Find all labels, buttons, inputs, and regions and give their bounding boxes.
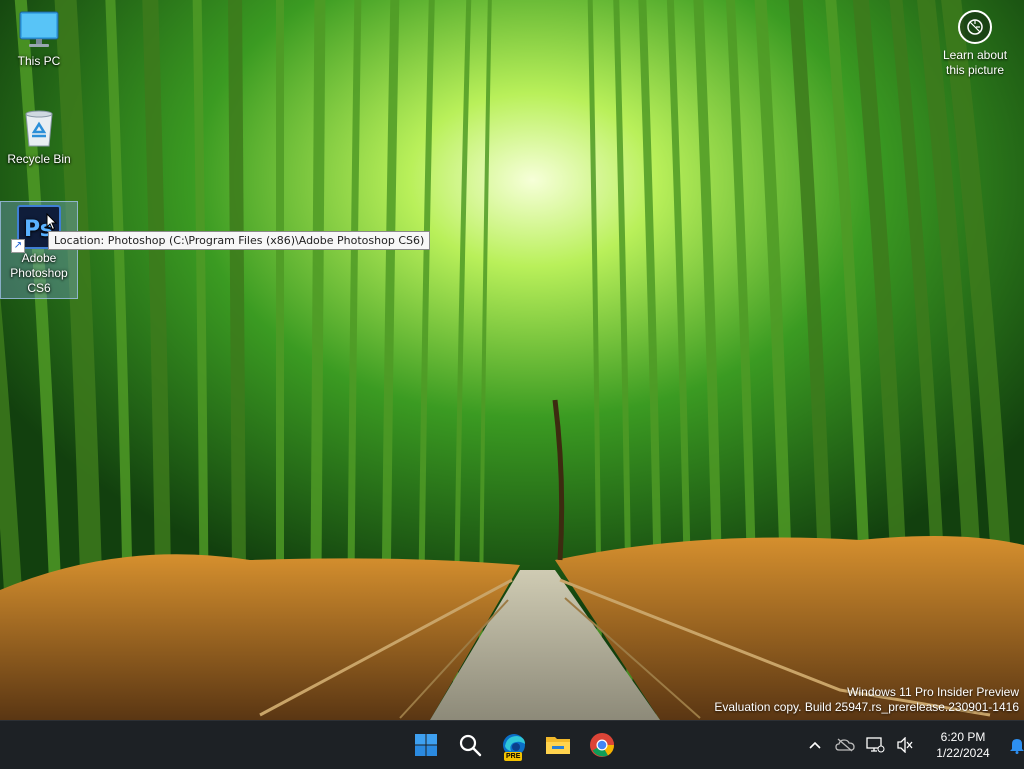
taskbar: PRE 6:20 PM 1/22/2024 — [0, 720, 1024, 769]
desktop-icon-label: This PC — [17, 54, 61, 68]
bell-icon — [1010, 739, 1024, 754]
volume-button[interactable] — [890, 725, 920, 765]
monitor-icon — [17, 8, 61, 52]
camera-icon — [958, 10, 992, 44]
windows-start-icon — [415, 734, 437, 756]
notifications-button[interactable] — [1002, 725, 1024, 765]
recycle-bin-icon — [17, 106, 61, 150]
network-icon — [866, 737, 885, 753]
chrome-button[interactable] — [582, 725, 622, 765]
clock-date: 1/22/2024 — [936, 746, 990, 760]
learn-about-picture-button[interactable]: Learn about this picture — [934, 10, 1016, 78]
desktop-icon-adobe-photoshop[interactable]: Ps ↗ Adobe Photoshop CS6 — [0, 201, 78, 299]
watermark-line-2: Evaluation copy. Build 25947.rs_prerelea… — [714, 700, 1019, 714]
desktop-icon-this-pc[interactable]: This PC — [1, 8, 77, 69]
watermark-line-1: Windows 11 Pro Insider Preview — [847, 685, 1019, 699]
desktop-icon-recycle-bin[interactable]: Recycle Bin — [1, 106, 77, 167]
shortcut-arrow-icon: ↗ — [11, 239, 25, 253]
desktop-icon-label: Adobe Photoshop CS6 — [10, 251, 68, 295]
search-button[interactable] — [450, 725, 490, 765]
show-hidden-icons-button[interactable] — [800, 725, 830, 765]
onedrive-button[interactable] — [830, 725, 860, 765]
chrome-icon — [590, 733, 614, 757]
folder-icon — [546, 737, 570, 754]
start-button[interactable] — [406, 725, 446, 765]
file-explorer-button[interactable] — [538, 725, 578, 765]
evaluation-watermark: Windows 11 Pro Insider Preview Evaluatio… — [714, 685, 1019, 715]
chevron-up-icon — [809, 741, 821, 749]
learn-about-picture-label: Learn about this picture — [942, 48, 1008, 77]
pre-badge: PRE — [504, 752, 523, 761]
edge-preview-button[interactable]: PRE — [494, 725, 534, 765]
desktop-wallpaper — [0, 0, 1024, 720]
system-tray: 6:20 PM 1/22/2024 — [800, 721, 1024, 769]
desktop-icon-label: Recycle Bin — [7, 152, 71, 166]
taskbar-apps: PRE — [406, 721, 622, 769]
onedrive-icon — [835, 738, 855, 752]
network-button[interactable] — [860, 725, 890, 765]
clock-button[interactable]: 6:20 PM 1/22/2024 — [928, 729, 998, 761]
volume-muted-icon — [897, 737, 913, 753]
shortcut-location-tooltip: Location: Photoshop (C:\Program Files (x… — [48, 231, 431, 250]
search-icon — [459, 734, 482, 757]
clock-time: 6:20 PM — [940, 730, 986, 744]
